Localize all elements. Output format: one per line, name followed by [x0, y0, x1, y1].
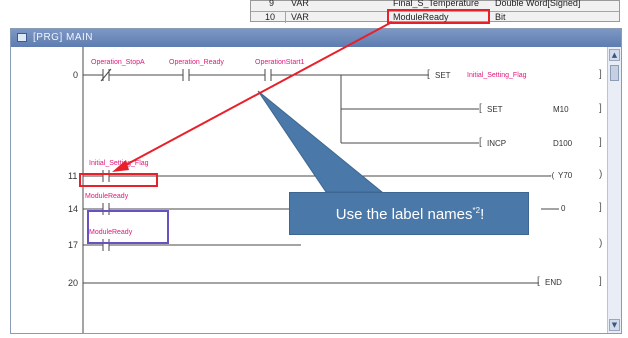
callout-message: Use the label names	[335, 206, 473, 223]
callout-suffix: !	[480, 206, 485, 223]
callout-footnote: *2	[472, 206, 481, 215]
arrow-line	[119, 21, 393, 169]
callout-text: Use the label names*2!	[290, 206, 530, 223]
arrow-head-icon	[112, 160, 129, 172]
callout-bubble: Use the label names*2!	[289, 192, 529, 235]
annotation-overlay	[112, 21, 393, 193]
callout-pointer	[257, 90, 384, 193]
